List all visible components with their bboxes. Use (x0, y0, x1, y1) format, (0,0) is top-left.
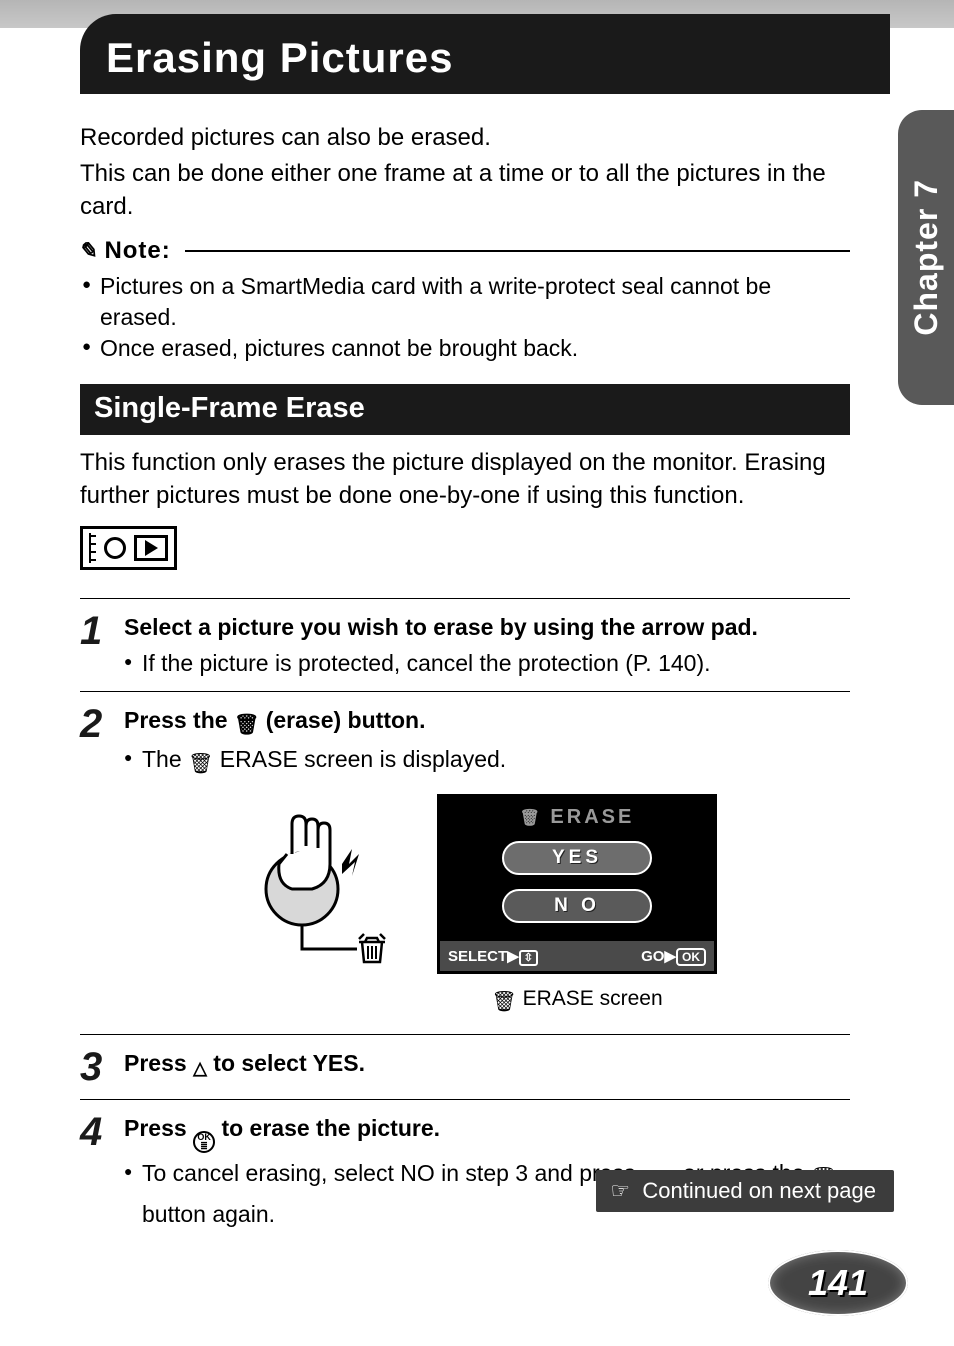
page-number: 141 (808, 1262, 868, 1304)
arrow-right-icon: ▶ (507, 948, 519, 965)
go-hint: GO▶OK (641, 946, 706, 967)
mode-dial-icons (80, 526, 850, 570)
step-number: 2 (80, 704, 110, 1022)
updown-icon: ⇳ (519, 950, 538, 966)
chapter-side-tab: Chapter 7 (898, 110, 954, 405)
step-title: Select a picture you wish to erase by us… (124, 611, 850, 643)
erase-screen-mockup: 🗑 ERASE YES N O SELECT▶⇳ GO▶OK (437, 794, 717, 974)
dial-ticks-icon (89, 533, 96, 563)
section-heading-bar: Single-Frame Erase (80, 384, 850, 435)
text-fragment: button again. (142, 1201, 275, 1227)
note-bullet: Pictures on a SmartMedia card with a wri… (82, 271, 850, 333)
select-hint: SELECT▶⇳ (448, 946, 538, 967)
ok-box-icon: OK (676, 948, 706, 966)
page-title-banner: Erasing Pictures (80, 14, 890, 94)
triangle-up-icon: △ (193, 1056, 207, 1081)
text-fragment: ERASE screen is displayed. (213, 746, 506, 772)
text-fragment: To cancel erasing, select NO in step 3 a… (142, 1160, 642, 1186)
erase-screen-column: 🗑 ERASE YES N O SELECT▶⇳ GO▶OK 🗑 ERASE s… (437, 794, 717, 1016)
arrow-right-icon: ▶ (664, 948, 676, 965)
step-title: Press △ to select YES. (124, 1047, 850, 1081)
step-number: 4 (80, 1112, 110, 1230)
intro-line: This can be done either one frame at a t… (80, 158, 850, 223)
ok-button-icon: OK≣ (193, 1131, 215, 1153)
manual-page: Chapter 7 Erasing Pictures Recorded pict… (0, 0, 954, 1346)
step-title: Press the 🗑 (erase) button. (124, 704, 850, 739)
text-fragment: to select YES. (207, 1050, 365, 1076)
note-rule (185, 250, 850, 252)
step2-figure: 🗑 ERASE YES N O SELECT▶⇳ GO▶OK 🗑 ERASE s… (124, 794, 850, 1022)
step-1: 1 Select a picture you wish to erase by … (80, 599, 850, 691)
warning-icon: ✎ (78, 238, 101, 264)
content-column: Recorded pictures can also be erased. Th… (80, 122, 850, 1243)
playback-icon (134, 535, 168, 561)
text-fragment: Press (124, 1115, 193, 1141)
erase-yes-button: YES (502, 841, 652, 875)
step-body: Press △ to select YES. (124, 1047, 850, 1087)
trash-icon: 🗑 (188, 750, 213, 778)
step-sub: The 🗑 ERASE screen is displayed. (124, 743, 850, 778)
note-label: Note: (104, 237, 170, 265)
step-number: 3 (80, 1047, 110, 1087)
playback-mode-icon (80, 526, 177, 570)
step-number: 1 (80, 611, 110, 679)
trash-icon (359, 934, 385, 962)
erase-no-button: N O (502, 889, 652, 923)
text-fragment: Press the (124, 707, 234, 733)
text-fragment: The (142, 746, 188, 772)
trash-icon: 🗑 (234, 711, 259, 739)
page-number-oval: 141 (768, 1250, 908, 1316)
intro-line: Recorded pictures can also be erased. (80, 122, 850, 154)
chapter-label: Chapter 7 (908, 179, 945, 336)
erase-screen-caption: 🗑 ERASE screen (491, 984, 662, 1016)
erase-screen-title: 🗑 ERASE (440, 803, 714, 831)
continued-badge: Continued on next page (596, 1170, 894, 1212)
text-fragment: (erase) button. (259, 707, 425, 733)
flash-icon (342, 849, 359, 876)
text-fragment: to erase the picture. (215, 1115, 440, 1141)
step-3: 3 Press △ to select YES. (80, 1034, 850, 1099)
text-fragment: Press (124, 1050, 193, 1076)
step-title: Press OK≣ to erase the picture. (124, 1112, 850, 1153)
step-body: Press the 🗑 (erase) button. The 🗑 ERASE … (124, 704, 850, 1022)
erase-screen-footer: SELECT▶⇳ GO▶OK (440, 941, 714, 971)
step-body: Select a picture you wish to erase by us… (124, 611, 850, 679)
step-2: 2 Press the 🗑 (erase) button. The 🗑 ERAS… (80, 691, 850, 1034)
page-title: Erasing Pictures (80, 14, 890, 82)
note-header: ✎ Note: (80, 237, 850, 265)
circle-icon (104, 537, 126, 559)
trash-icon: 🗑 (491, 988, 516, 1016)
note-bullet: Once erased, pictures cannot be brought … (82, 333, 850, 364)
press-button-illustration (257, 794, 397, 964)
intro-text: Recorded pictures can also be erased. Th… (80, 122, 850, 223)
section-description: This function only erases the picture di… (80, 447, 850, 512)
step-sub: If the picture is protected, cancel the … (124, 647, 850, 679)
note-bullets: Pictures on a SmartMedia card with a wri… (80, 271, 850, 364)
